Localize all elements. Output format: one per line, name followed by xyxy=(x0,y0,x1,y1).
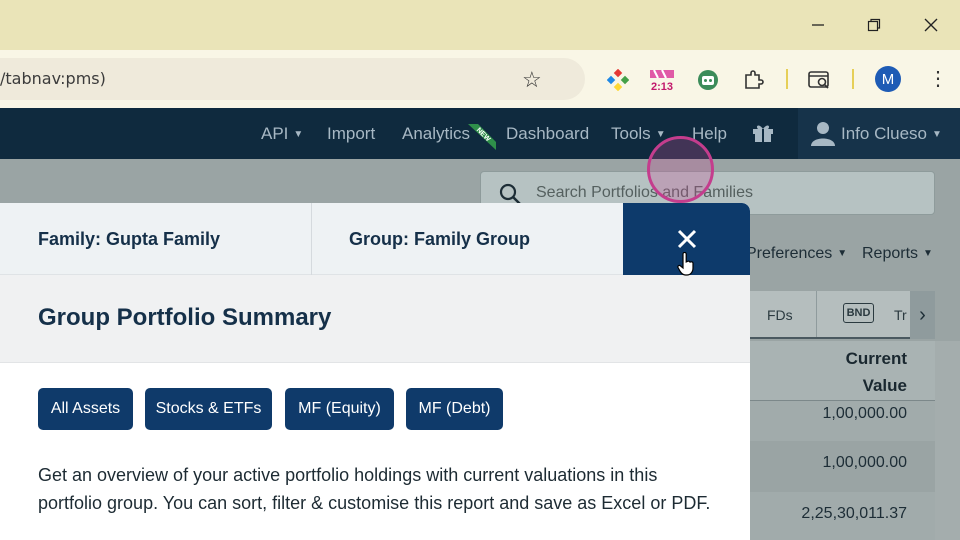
browser-menu-icon[interactable]: ⋮ xyxy=(928,66,948,92)
chevron-right-icon[interactable]: › xyxy=(910,291,935,339)
nav-analytics[interactable]: Analytics xyxy=(402,124,470,144)
tab-fds[interactable]: FDs xyxy=(767,307,793,323)
user-menu[interactable]: Info Clueso ▼ xyxy=(798,108,960,159)
chevron-down-icon: ▼ xyxy=(655,129,666,140)
browser-toolbar: /tabnav:pms) ☆ 2:13 M ⋮ xyxy=(0,50,960,108)
tab-bnd[interactable]: BND xyxy=(843,303,874,323)
table-row: 2,25,30,011.37 xyxy=(750,492,935,540)
modal-header: Group Portfolio Summary xyxy=(0,275,750,363)
chevron-down-icon: ▼ xyxy=(932,129,942,140)
tab-trailing[interactable]: Tr xyxy=(894,307,910,323)
toolbar-separator xyxy=(852,69,854,89)
modal-title: Group Portfolio Summary xyxy=(38,304,332,331)
tab-group[interactable]: Group: Family Group xyxy=(349,203,530,275)
cursor-highlight xyxy=(647,136,714,203)
nav-import[interactable]: Import xyxy=(327,124,375,144)
chevron-down-icon: ▼ xyxy=(923,248,933,259)
user-icon xyxy=(811,122,835,146)
close-window-icon[interactable] xyxy=(914,8,948,42)
reports-dropdown[interactable]: Reports ▼ xyxy=(862,245,933,263)
portfolio-summary-modal: Family: Gupta Family Group: Family Group… xyxy=(0,203,750,540)
minimize-icon[interactable] xyxy=(801,8,835,42)
window-titlebar xyxy=(0,0,960,50)
extension-badge: 2:13 xyxy=(650,81,674,93)
restore-icon[interactable] xyxy=(857,8,891,42)
tab-divider xyxy=(816,291,817,337)
table-row: 1,00,000.00 xyxy=(750,441,935,491)
nav-tools[interactable]: Tools ▼ xyxy=(611,124,666,144)
scrollbar[interactable] xyxy=(935,341,960,540)
colorful-extension-icon[interactable] xyxy=(605,67,631,93)
profile-avatar[interactable]: M xyxy=(875,66,901,92)
new-badge: NEW xyxy=(468,124,496,150)
star-icon[interactable]: ☆ xyxy=(522,67,542,93)
tab-search-icon[interactable] xyxy=(807,67,833,93)
chip-mf-debt[interactable]: MF (Debt) xyxy=(406,388,503,430)
chevron-down-icon: ▼ xyxy=(837,248,848,259)
close-icon xyxy=(677,229,696,249)
column-header-line2: Value xyxy=(862,376,907,395)
extensions-puzzle-icon[interactable] xyxy=(740,67,766,93)
nav-api[interactable]: API ▼ xyxy=(261,124,303,144)
table-row: 1,00,000.00 xyxy=(750,401,935,441)
modal-tabs: Family: Gupta Family Group: Family Group xyxy=(0,203,750,275)
toolbar-separator xyxy=(786,69,788,89)
search-placeholder: Search Portfolios and Families xyxy=(536,184,753,201)
nav-dashboard[interactable]: Dashboard xyxy=(506,124,589,144)
chip-mf-equity[interactable]: MF (Equity) xyxy=(285,388,394,430)
url-text: /tabnav:pms) xyxy=(0,69,106,88)
chevron-down-icon: ▼ xyxy=(293,129,304,140)
modal-description: Get an overview of your active portfolio… xyxy=(38,465,711,513)
recorder-extension-icon[interactable]: 2:13 xyxy=(648,64,676,98)
chip-all-assets[interactable]: All Assets xyxy=(38,388,133,430)
address-bar[interactable]: /tabnav:pms) ☆ xyxy=(0,58,585,100)
column-header-line1: Current xyxy=(845,349,907,368)
chip-stocks-etfs[interactable]: Stocks & ETFs xyxy=(145,388,272,430)
user-name: Info Clueso xyxy=(841,124,927,143)
column-header-current-value[interactable]: Current Value xyxy=(750,341,935,401)
robot-extension-icon[interactable] xyxy=(695,67,721,93)
preferences-dropdown[interactable]: Preferences ▼ xyxy=(746,245,847,263)
tab-divider xyxy=(311,203,312,275)
tab-family[interactable]: Family: Gupta Family xyxy=(38,203,220,275)
hand-cursor-icon xyxy=(677,252,694,276)
gift-icon[interactable] xyxy=(751,121,775,143)
